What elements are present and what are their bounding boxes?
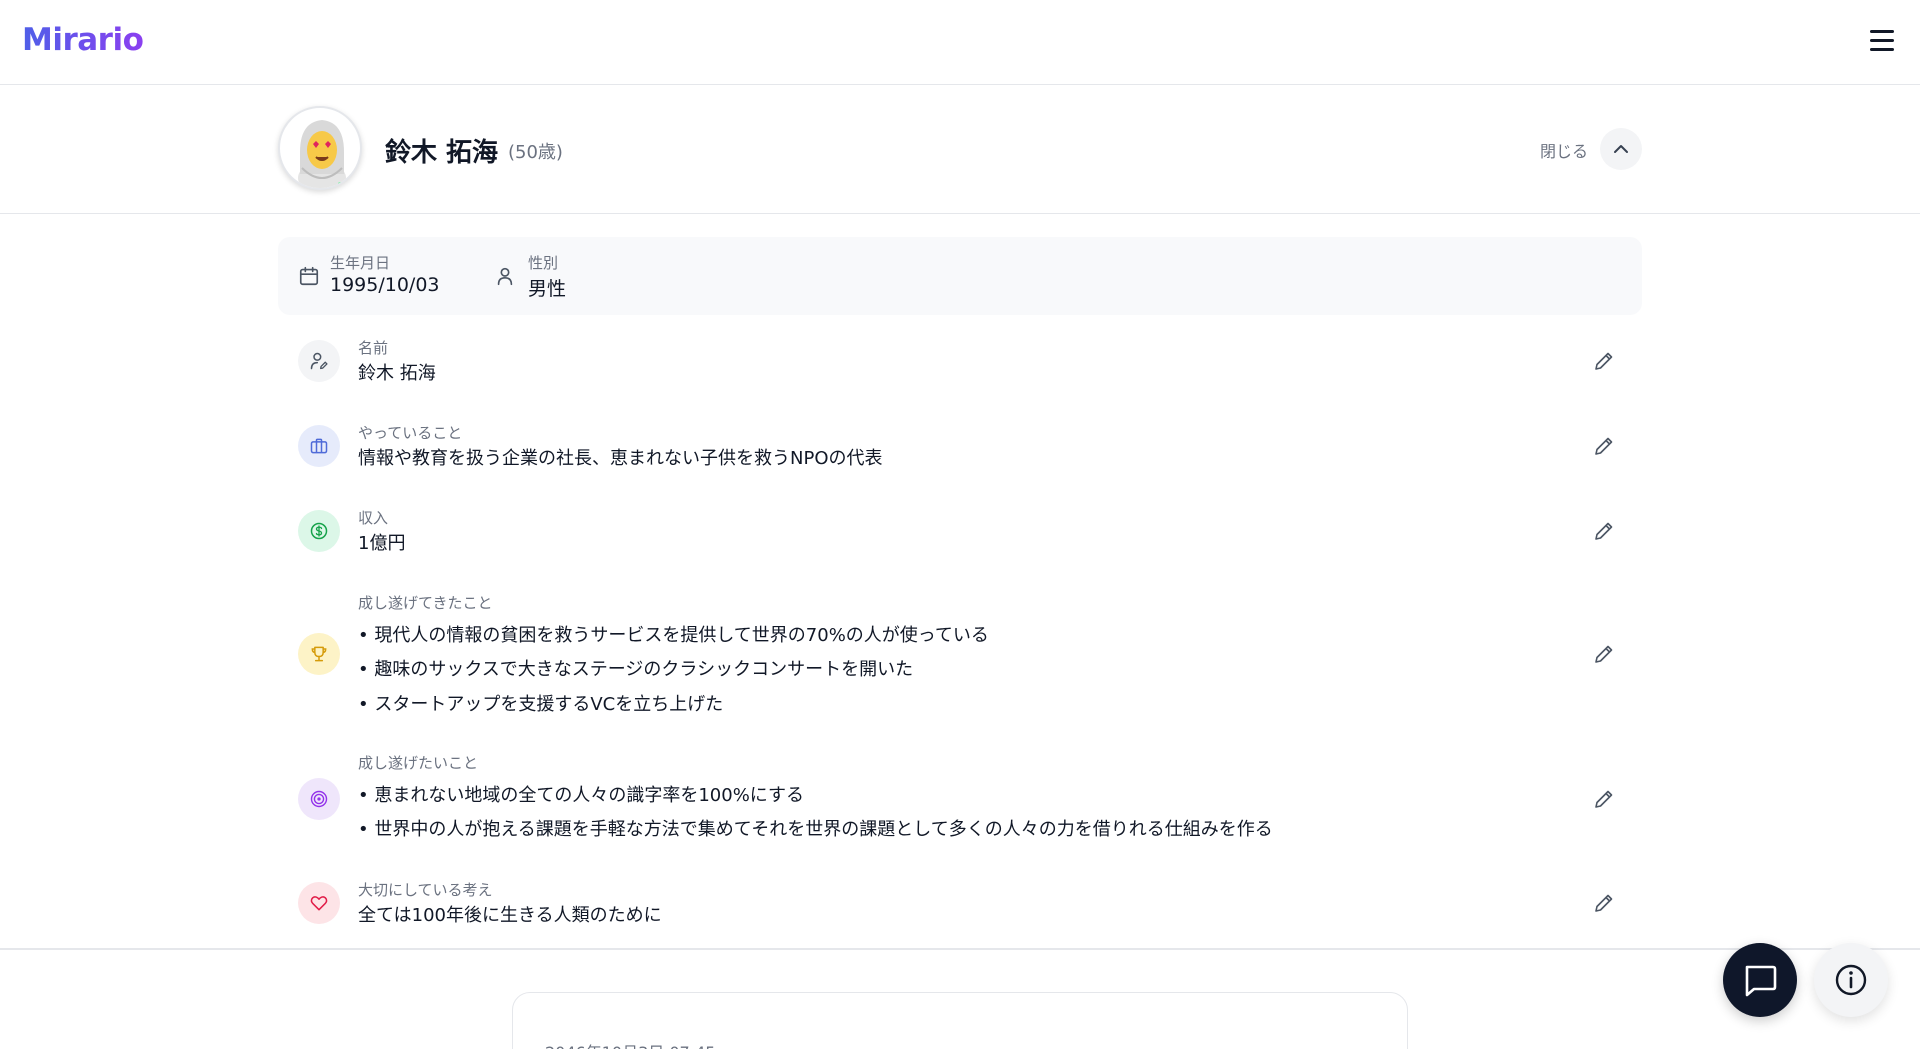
chevron-up-icon <box>1614 145 1628 153</box>
dollar-icon <box>310 522 328 540</box>
achievement-item: • 現代人の情報の貧困を救うサービスを提供して世界の70%の人が使っている <box>358 625 989 646</box>
gender-label: 性別 <box>528 254 559 272</box>
field-achievements: 成し遂げてきたこと • 現代人の情報の貧困を救うサービスを提供して世界の70%の… <box>278 594 1642 715</box>
close-label[interactable]: 閉じる <box>1540 138 1588 162</box>
profile-header: 鈴木 拓海 (50歳) 閉じる <box>0 86 1920 214</box>
edit-goals-button[interactable] <box>1592 787 1616 811</box>
activity-label: やっていること <box>358 424 463 442</box>
calendar-icon <box>299 266 319 286</box>
app-header: Mirario <box>0 0 1920 85</box>
birthdate-value: 1995/10/03 <box>330 274 440 296</box>
avatar <box>278 106 362 190</box>
values-value: 全ては100年後に生きる人類のために <box>358 905 662 926</box>
basic-info-card: 生年月日 1995/10/03 性別 男性 <box>278 237 1642 315</box>
field-goals: 成し遂げたいこと • 恵まれない地域の全ての人々の識字率を100%にする • 世… <box>278 754 1642 845</box>
birthdate-label: 生年月日 <box>330 254 391 272</box>
field-values: 大切にしている考え 全ては100年後に生きる人類のために <box>278 881 1642 926</box>
edit-values-button[interactable] <box>1592 891 1616 915</box>
app-logo[interactable]: Mirario <box>22 22 144 58</box>
activity-value: 情報や教育を扱う企業の社長、恵まれない子供を救うNPOの代表 <box>358 448 883 469</box>
name-label: 名前 <box>358 339 389 357</box>
goal-item: • 恵まれない地域の全ての人々の識字率を100%にする <box>358 785 804 806</box>
user-pen-icon <box>310 352 328 370</box>
target-icon <box>310 790 328 808</box>
user-icon <box>497 267 513 286</box>
gender-value: 男性 <box>528 278 567 300</box>
menu-icon <box>1870 30 1894 33</box>
entry-card[interactable]: 2046年10月3日 07:45 <box>512 992 1408 1049</box>
info-button[interactable] <box>1814 943 1888 1017</box>
heart-icon <box>310 896 328 911</box>
achievement-item: • 趣味のサックスで大きなステージのクラシックコンサートを開いた <box>358 659 914 680</box>
edit-name-button[interactable] <box>1592 349 1616 373</box>
edit-income-button[interactable] <box>1592 519 1616 543</box>
chat-icon <box>1745 965 1777 997</box>
profile-name: 鈴木 拓海 <box>385 138 499 168</box>
chat-button[interactable] <box>1723 943 1797 1017</box>
info-icon <box>1835 964 1867 996</box>
collapse-button[interactable] <box>1600 128 1642 170</box>
goal-item: • 世界中の人が抱える課題を手軽な方法で集めてそれを世界の課題として多くの人々の… <box>358 819 1273 840</box>
edit-activity-button[interactable] <box>1592 434 1616 458</box>
values-label: 大切にしている考え <box>358 881 493 899</box>
section-divider <box>0 948 1920 950</box>
name-value: 鈴木 拓海 <box>358 363 436 384</box>
field-income: 収入 1億円 <box>278 509 1642 554</box>
field-name: 名前 鈴木 拓海 <box>278 339 1642 384</box>
income-label: 収入 <box>358 509 389 527</box>
trophy-icon <box>311 646 327 662</box>
achievement-item: • スタートアップを支援するVCを立ち上げた <box>358 694 724 715</box>
achievements-label: 成し遂げてきたこと <box>358 594 493 612</box>
briefcase-icon <box>310 438 328 454</box>
menu-button[interactable] <box>1868 26 1896 54</box>
profile-age: (50歳) <box>508 142 563 163</box>
entry-date: 2046年10月3日 07:45 <box>545 1039 715 1049</box>
edit-achievements-button[interactable] <box>1592 642 1616 666</box>
income-value: 1億円 <box>358 533 406 554</box>
field-activity: やっていること 情報や教育を扱う企業の社長、恵まれない子供を救うNPOの代表 <box>278 424 1642 469</box>
goals-label: 成し遂げたいこと <box>358 754 479 772</box>
